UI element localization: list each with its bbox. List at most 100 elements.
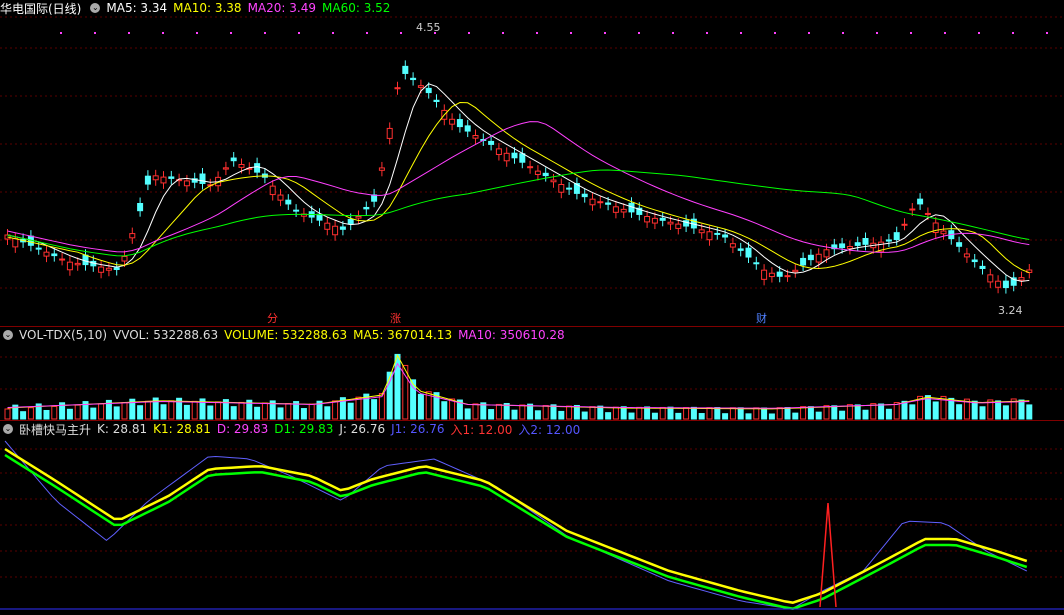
volume-bar — [261, 402, 268, 420]
candle-body — [254, 163, 261, 173]
event-dot — [298, 32, 300, 34]
candle-body — [410, 77, 417, 81]
dividend-marker[interactable]: 分 — [267, 310, 278, 326]
chart-title: 华电国际(日线) — [0, 1, 82, 16]
volume-bar — [932, 401, 939, 420]
vol-ma5-label: MA5: 367014.13 — [353, 328, 453, 342]
event-dot — [196, 32, 198, 34]
volume-bar — [254, 406, 261, 420]
candle-body — [768, 272, 775, 278]
volume-bar — [761, 407, 768, 420]
d1-line — [4, 453, 1028, 610]
ma5-label: MA5: 3.34 — [106, 1, 168, 15]
limit-up-marker[interactable]: 涨 — [390, 310, 401, 326]
event-dot — [400, 32, 402, 34]
price-chart[interactable] — [0, 0, 1064, 325]
candle-body — [168, 176, 175, 179]
volume-bar — [589, 406, 596, 420]
candle-body — [885, 239, 892, 242]
candle-body — [862, 238, 869, 245]
volume-bar — [706, 407, 713, 420]
volume-bar — [355, 396, 362, 420]
candle-body — [815, 253, 822, 263]
event-dot — [162, 32, 164, 34]
volume-bar — [909, 404, 916, 420]
candle-body — [909, 208, 916, 211]
event-dot — [808, 32, 810, 34]
event-dot — [672, 32, 674, 34]
volume-bar — [690, 406, 697, 420]
indicator-panel[interactable]: ⌄ 卧槽快马主升 K: 28.81 K1: 28.81 D: 29.83 D1:… — [0, 420, 1064, 615]
candle-body — [893, 232, 900, 241]
volume-ma5-line — [7, 354, 1030, 410]
volume-bar — [784, 407, 791, 420]
candle-body — [74, 262, 81, 266]
candle-body — [137, 203, 144, 212]
volume-bar — [495, 403, 502, 420]
candle-body — [472, 135, 479, 139]
price-panel[interactable]: 华电国际(日线) ⌄ MA5: 3.34 MA10: 3.38 MA20: 3.… — [0, 0, 1064, 325]
volume-bar — [815, 411, 822, 420]
volume-bar — [792, 412, 799, 420]
event-dot — [332, 32, 334, 34]
volume-bar — [979, 406, 986, 420]
candle-body — [753, 262, 760, 265]
volume-title: VOL-TDX(5,10) — [19, 328, 108, 342]
candle-body — [285, 199, 292, 205]
event-dot — [876, 32, 878, 34]
ma60-label: MA60: 3.52 — [322, 1, 391, 15]
event-dot — [230, 32, 232, 34]
volume-bar — [144, 400, 151, 420]
volume-bar — [807, 406, 814, 420]
candle-body — [152, 175, 159, 181]
candle-body — [651, 217, 658, 224]
volume-bar — [878, 403, 885, 420]
volume-bar — [862, 409, 869, 420]
volume-bar — [854, 404, 861, 420]
finance-marker[interactable]: 财 — [756, 310, 767, 326]
candle-body — [363, 206, 370, 210]
event-dot — [570, 32, 572, 34]
volume-bar — [651, 412, 658, 420]
volume-bar — [386, 371, 393, 420]
candle-body — [121, 255, 128, 262]
candle-body — [963, 253, 970, 258]
chevron-down-icon[interactable]: ⌄ — [3, 330, 13, 340]
candle-body — [800, 257, 807, 266]
volume-bar — [729, 407, 736, 420]
candle-body — [823, 249, 830, 258]
volume-bar — [332, 400, 339, 420]
candle-body — [979, 265, 986, 269]
candle-body — [113, 267, 120, 270]
candle-body — [644, 215, 651, 223]
volume-bar — [488, 409, 495, 420]
volume-bar — [191, 400, 198, 420]
volume-label: VOLUME: 532288.63 — [224, 328, 348, 342]
volume-bar — [121, 402, 128, 420]
candle-body — [238, 164, 245, 168]
volume-bar — [800, 406, 807, 420]
chevron-down-icon[interactable]: ⌄ — [3, 424, 13, 434]
volume-bar — [745, 413, 752, 420]
event-dot — [264, 32, 266, 34]
volume-bar — [20, 411, 27, 420]
candle-body — [269, 185, 276, 196]
volume-bar — [948, 397, 955, 420]
candle-body — [160, 176, 167, 184]
volume-bar — [956, 404, 963, 420]
chevron-down-icon[interactable]: ⌄ — [90, 3, 101, 13]
candle-body — [706, 231, 713, 241]
candle-body — [12, 237, 19, 248]
volume-bar — [183, 404, 190, 420]
high-price-label: 4.55 — [416, 21, 441, 34]
candle-body — [1018, 277, 1025, 281]
indicator-chart[interactable] — [0, 421, 1064, 615]
candle-body — [425, 87, 432, 94]
volume-bar — [137, 405, 144, 420]
volume-panel[interactable]: ⌄ VOL-TDX(5,10) VVOL: 532288.63 VOLUME: … — [0, 326, 1064, 421]
candle-body — [129, 233, 136, 239]
event-dot — [468, 32, 470, 34]
d-label: D: 29.83 — [216, 422, 269, 436]
volume-bar — [113, 406, 120, 420]
candle-body — [854, 242, 861, 246]
